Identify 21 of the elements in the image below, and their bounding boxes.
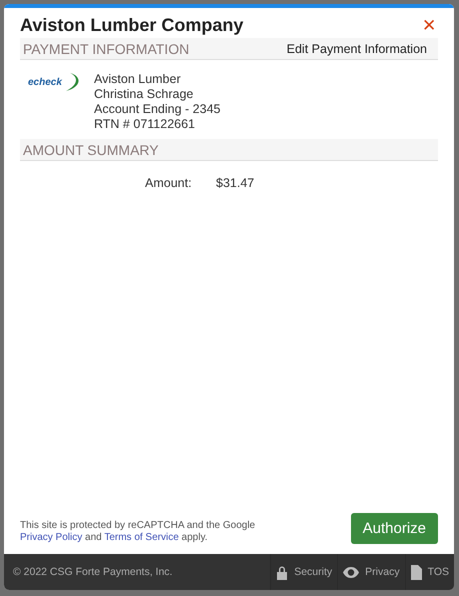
authorize-button[interactable]: Authorize bbox=[350, 513, 438, 544]
account-detail: Christina Schrage bbox=[94, 87, 194, 102]
terms-link[interactable]: Terms of Service bbox=[104, 532, 179, 542]
footer-link[interactable]: TOS bbox=[404, 554, 454, 590]
document-icon bbox=[410, 564, 422, 580]
dialog-title: Aviston Lumber Company bbox=[20, 14, 244, 36]
account-detail: RTN # 071122661 bbox=[94, 117, 196, 132]
amount-label: Amount: bbox=[145, 176, 193, 190]
copyright: © 2022 CSG Forte Payments, Inc. bbox=[13, 566, 172, 578]
lock-icon bbox=[276, 564, 288, 580]
section-title: PAYMENT INFORMATION bbox=[23, 40, 190, 56]
account-detail: Account Ending - 2345 bbox=[94, 102, 220, 117]
close-button[interactable]: ✕ bbox=[420, 14, 438, 36]
amount-value: $31.47 bbox=[216, 176, 254, 190]
privacy-policy-link[interactable]: Privacy Policy bbox=[20, 532, 82, 542]
account-detail: Aviston Lumber bbox=[94, 72, 182, 87]
echeck-logo: echeck bbox=[28, 72, 80, 92]
section-title: AMOUNT SUMMARY bbox=[23, 142, 159, 158]
eye-icon bbox=[343, 566, 360, 578]
edit-payment-link[interactable]: Edit Payment Information bbox=[286, 42, 427, 56]
recaptcha-notice: This site is protected by reCAPTCHA and the Google Privacy Policy and Terms of Service apply. bbox=[20, 520, 256, 544]
